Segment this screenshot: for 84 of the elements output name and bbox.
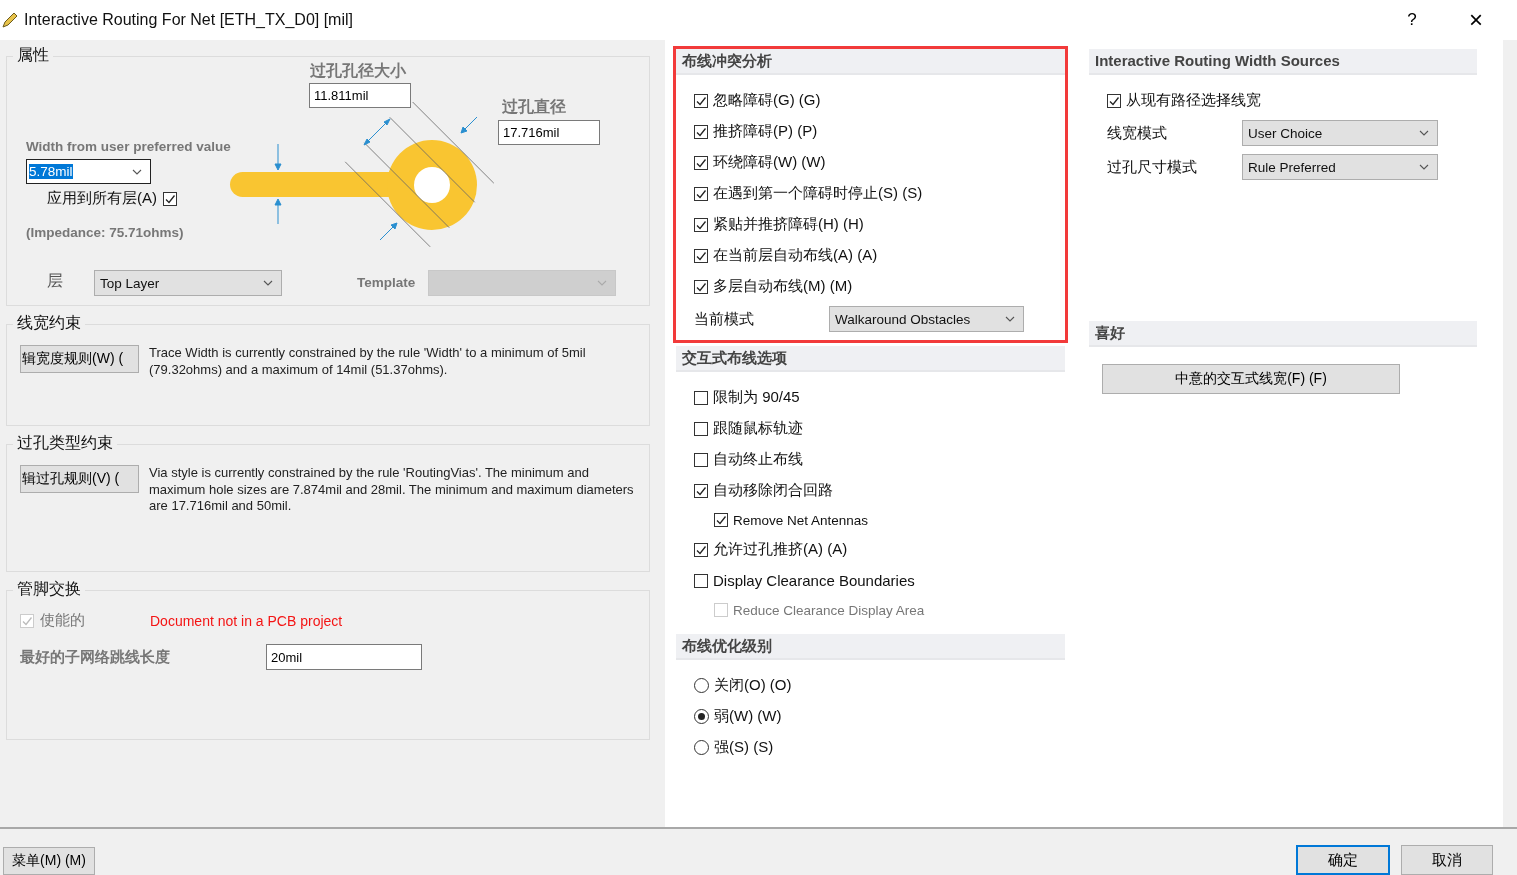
checkbox[interactable] bbox=[694, 124, 708, 139]
layer-label: 层 bbox=[47, 271, 63, 291]
checkbox-label: 自动终止布线 bbox=[713, 450, 803, 469]
field-label: 最好的子网络跳线长度 bbox=[20, 647, 171, 667]
checkbox[interactable] bbox=[694, 542, 708, 557]
width-dropdown[interactable]: 5.78mil bbox=[26, 159, 151, 184]
chevron-down-icon bbox=[1419, 164, 1429, 170]
checkbox[interactable] bbox=[694, 390, 708, 405]
section-header: 布线优化级别 bbox=[676, 634, 1065, 660]
chevron-down-icon bbox=[1419, 130, 1429, 136]
radio-label: 弱(W) (W) bbox=[714, 707, 782, 726]
constraint-description: Via style is currently constrained by the rule 'RoutingVias'. The minimum and maximum hole sizes are 7.874mil and 28mil. The minimum and maximum diameters are 17.716mil and 50mil. bbox=[149, 465, 635, 515]
checkbox-label: 跟随鼠标轨迹 bbox=[713, 419, 803, 438]
checkbox[interactable] bbox=[694, 452, 708, 467]
field-label: 当前模式 bbox=[694, 309, 755, 329]
favorite-widths-button[interactable]: 中意的交互式线宽(F) (F) bbox=[1102, 363, 1400, 394]
checkbox-label: 在当前层自动布线(A) (A) bbox=[713, 246, 878, 265]
template-label: Template bbox=[357, 275, 416, 290]
section-header: 交互式布线选项 bbox=[676, 346, 1065, 372]
checkbox-label: 应用到所有层(A) bbox=[47, 189, 157, 208]
diameter-field[interactable]: 17.716mil bbox=[498, 120, 600, 145]
constraint-description: Trace Width is currently constrained by the rule 'Width' to a minimum of 5mil (79.32ohms) and a maximum of 14mil (51.37ohms). bbox=[149, 345, 587, 378]
checkbox-label: Reduce Clearance Display Area bbox=[733, 602, 925, 618]
edit-width-rule-button[interactable]: 辑宽度规则(W) ( bbox=[20, 345, 139, 373]
checkbox-label: 忽略障碍(G) (G) bbox=[713, 91, 821, 110]
checkbox[interactable] bbox=[694, 217, 708, 232]
width-label: Width from user preferred value bbox=[26, 139, 231, 154]
checkbox[interactable] bbox=[694, 421, 708, 436]
layer-dropdown[interactable]: Top Layer bbox=[94, 270, 282, 296]
checkbox[interactable] bbox=[694, 155, 708, 170]
cancel-button[interactable]: 取消 bbox=[1401, 845, 1493, 875]
menu-button[interactable]: 菜单(M) (M) bbox=[3, 847, 95, 875]
radio-label: 强(S) (S) bbox=[714, 738, 774, 757]
checkbox[interactable] bbox=[1107, 93, 1121, 108]
checkbox[interactable] bbox=[714, 513, 728, 527]
checkbox-label: 紧贴并推挤障碍(H) (H) bbox=[713, 215, 864, 234]
checkbox-label: 推挤障碍(P) (P) bbox=[713, 122, 818, 141]
checkbox[interactable] bbox=[694, 573, 708, 588]
checkbox-label: 使能的 bbox=[40, 611, 86, 630]
checkbox-label: 多层自动布线(M) (M) bbox=[713, 277, 853, 296]
section-header: 喜好 bbox=[1089, 321, 1477, 347]
mode-dropdown[interactable]: User Choice bbox=[1242, 120, 1438, 146]
chevron-down-icon bbox=[132, 168, 142, 175]
checkbox-label: 在遇到第一个障碍时停止(S) (S) bbox=[713, 184, 923, 203]
checkbox[interactable] bbox=[694, 186, 708, 201]
checkbox[interactable] bbox=[163, 191, 177, 206]
chevron-down-icon bbox=[1005, 316, 1015, 322]
diameter-label: 过孔直径 bbox=[502, 97, 566, 117]
close-button[interactable]: × bbox=[1447, 0, 1505, 40]
checkbox-label: 允许过孔推挤(A) (A) bbox=[713, 540, 848, 559]
width-value: 5.78mil bbox=[29, 164, 73, 179]
pencil-icon bbox=[2, 12, 18, 28]
impedance-text: (Impedance: 75.71ohms) bbox=[26, 225, 184, 240]
checkbox[interactable] bbox=[694, 93, 708, 108]
checkbox[interactable] bbox=[694, 279, 708, 294]
jumper-length-field[interactable]: 20mil bbox=[266, 644, 422, 670]
group-title: 管脚交换 bbox=[13, 579, 85, 600]
section-header: Interactive Routing Width Sources bbox=[1089, 49, 1477, 75]
checkbox[interactable] bbox=[694, 483, 708, 498]
mode-dropdown[interactable]: Walkaround Obstacles bbox=[829, 306, 1024, 332]
field-label: 过孔尺寸模式 bbox=[1107, 157, 1198, 177]
radio-label: 关闭(O) (O) bbox=[714, 676, 792, 695]
mode-dropdown[interactable]: Rule Preferred bbox=[1242, 154, 1438, 180]
hole-size-field[interactable]: 11.811mil bbox=[309, 83, 411, 108]
chevron-down-icon bbox=[597, 280, 607, 286]
section-header: 布线冲突分析 bbox=[676, 49, 1065, 75]
checkbox-label: 环绕障碍(W) (W) bbox=[713, 153, 826, 172]
chevron-down-icon bbox=[263, 280, 273, 286]
checkbox-label: 从现有路径选择线宽 bbox=[1126, 91, 1261, 110]
checkbox-label: 限制为 90/45 bbox=[713, 388, 800, 407]
field-label: 线宽模式 bbox=[1107, 123, 1168, 143]
checkbox-label: Remove Net Antennas bbox=[733, 512, 869, 528]
edit-via-rule-button[interactable]: 辑过孔规则(V) ( bbox=[20, 465, 139, 493]
checkbox[interactable] bbox=[694, 248, 708, 263]
group-title: 线宽约束 bbox=[13, 313, 85, 334]
help-button[interactable]: ? bbox=[1383, 0, 1441, 40]
window-title: Interactive Routing For Net [ETH_TX_D0] [mil] bbox=[24, 11, 353, 29]
checkbox-label: Display Clearance Boundaries bbox=[713, 572, 915, 589]
checkbox-label: 自动移除闭合回路 bbox=[713, 481, 833, 500]
ok-button[interactable]: 确定 bbox=[1296, 845, 1390, 875]
group-title: 属性 bbox=[13, 45, 53, 66]
warning-text: Document not in a PCB project bbox=[150, 612, 343, 629]
group-title: 过孔类型约束 bbox=[13, 433, 117, 454]
hole-size-label: 过孔孔径大小 bbox=[310, 61, 406, 81]
